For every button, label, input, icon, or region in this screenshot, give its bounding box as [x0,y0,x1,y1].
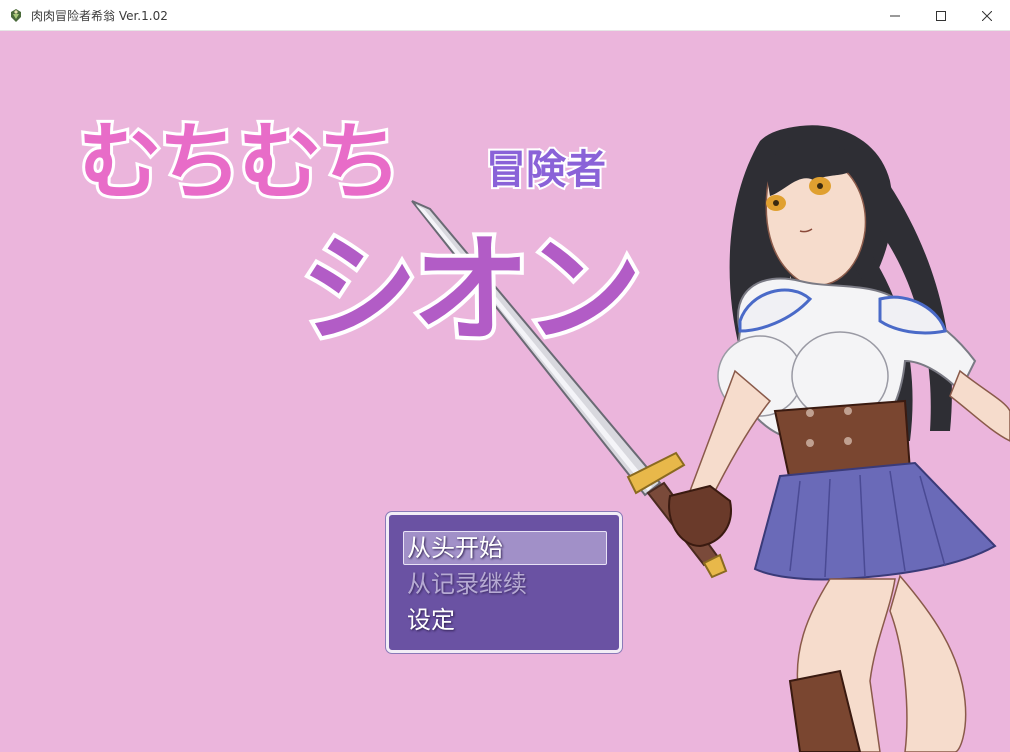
menu-item-new-game[interactable]: 从头开始 [407,531,503,565]
minimize-button[interactable] [872,0,918,31]
close-icon [982,10,992,21]
maximize-button[interactable] [918,0,964,31]
menu-item-continue[interactable]: 从记录继续 [407,567,527,601]
close-button[interactable] [964,0,1010,31]
window-titlebar: 肉肉冒险者希翁 Ver.1.02 [0,0,1010,31]
window-title: 肉肉冒险者希翁 Ver.1.02 [31,9,168,23]
title-command-window: 从头开始 从记录继续 设定 [386,512,622,653]
game-icon [11,9,21,22]
menu-item-options[interactable]: 设定 [407,603,455,637]
game-screen[interactable]: むちむち 冒険者 シオン 从头开始 从记录继续 设定 [0,31,1010,752]
minimize-icon [890,15,900,16]
maximize-icon [936,10,946,21]
